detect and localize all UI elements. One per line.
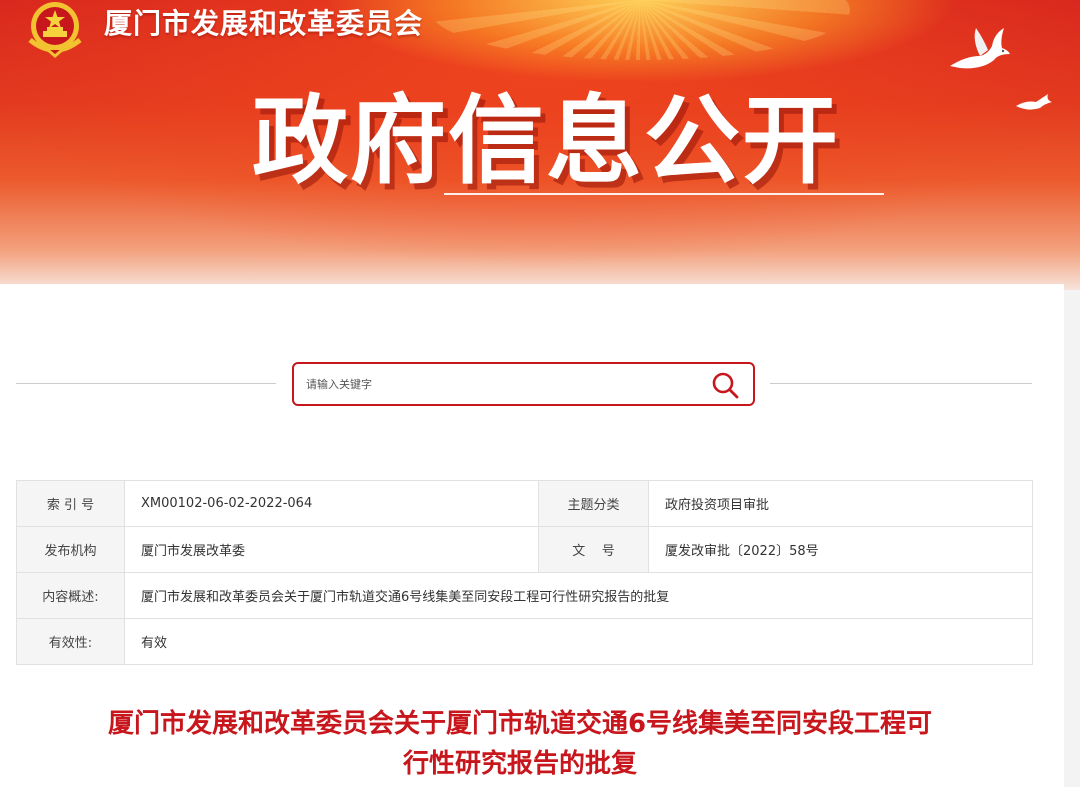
divider [16,383,276,384]
dove-icon [950,28,1010,69]
document-number-label: 文 号 [538,526,649,573]
banner-rays [430,0,850,60]
summary-label: 内容概述: [16,572,125,619]
validity-label: 有效性: [16,618,125,665]
document-title: 厦门市发展和改革委员会关于厦门市轨道交通6号线集美至同安段工程可 行性研究报告的… [40,704,1000,784]
summary-value: 厦门市发展和改革委员会关于厦门市轨道交通6号线集美至同安段工程可行性研究报告的批… [124,572,1033,619]
topic-category-value: 政府投资项目审批 [648,480,1033,527]
table-row: 有效性: 有效 [16,618,1033,665]
publisher-value: 厦门市发展改革委 [124,526,539,573]
search-icon[interactable] [710,370,740,400]
title-underline [444,193,884,195]
document-title-line: 厦门市发展和改革委员会关于厦门市轨道交通6号线集美至同安段工程可 [107,709,933,739]
page-title: 政府信息公开 [252,85,840,197]
table-row: 发布机构 厦门市发展改革委 文 号 厦发改审批〔2022〕58号 [16,526,1033,573]
table-row: 索 引 号 XM00102-06-02-2022-064 主题分类 政府投资项目… [16,480,1033,527]
divider [770,383,1032,384]
dove-icon [1016,94,1052,110]
header-banner: 厦门市发展和改革委员会 政府信息公开 [0,0,1080,290]
national-emblem-icon[interactable] [22,0,88,58]
validity-value: 有效 [124,618,1033,665]
index-number-value: XM00102-06-02-2022-064 [124,480,539,527]
publisher-label: 发布机构 [16,526,125,573]
table-row: 内容概述: 厦门市发展和改革委员会关于厦门市轨道交通6号线集美至同安段工程可行性… [16,572,1033,619]
search-input[interactable] [306,372,686,396]
content-card: 索 引 号 XM00102-06-02-2022-064 主题分类 政府投资项目… [0,284,1064,787]
topic-category-label: 主题分类 [538,480,649,527]
document-number-value: 厦发改审批〔2022〕58号 [648,526,1033,573]
search-bar [16,362,1032,406]
site-name[interactable]: 厦门市发展和改革委员会 [104,2,423,42]
search-box[interactable] [292,362,755,406]
index-number-label: 索 引 号 [16,480,125,527]
document-title-line: 行性研究报告的批复 [402,749,637,779]
document-meta-table: 索 引 号 XM00102-06-02-2022-064 主题分类 政府投资项目… [16,480,1033,665]
